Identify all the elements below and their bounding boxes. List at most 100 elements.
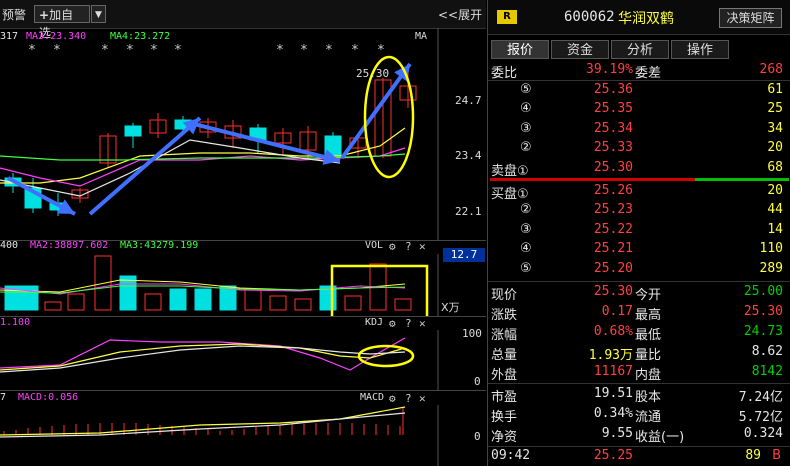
tab-operate[interactable]: 操作 [671, 40, 729, 59]
bid-ask-bar-sell [490, 178, 695, 181]
add-watch-button[interactable]: +加自选 [34, 5, 90, 40]
macd-bars [3, 407, 404, 435]
fundamental-label: 流通 [635, 410, 662, 425]
help-icon[interactable]: ? [405, 392, 412, 405]
gear-icon[interactable]: ⚙ [389, 317, 396, 330]
kdj-tag: KDJ [365, 317, 384, 328]
fundamental-row: 市盈 19.51 股本 7.24亿 [488, 385, 790, 405]
star-marker: * [300, 43, 308, 58]
rzrq-badge: R [497, 10, 517, 24]
kdj-lines [0, 337, 406, 373]
tick-row: 09:42 25.25 89 B [488, 447, 790, 466]
stat-value: 8.62 [751, 344, 783, 359]
help-icon[interactable]: ? [405, 317, 412, 330]
stat-value: 0.68% [593, 324, 633, 339]
stat-label: 量比 [635, 348, 662, 363]
order-level: ④ [520, 241, 532, 257]
buy-order-row: ④ 25.21 110 [488, 240, 790, 259]
fundamental-value: 9.55 [601, 426, 633, 441]
stat-row: 涨跌 0.17 最高 25.30 [488, 303, 790, 323]
close-icon[interactable]: ✕ [419, 240, 426, 253]
price-axis-label: 22.1 [455, 205, 482, 218]
close-icon[interactable]: ✕ [419, 392, 426, 405]
price-axis-label: 24.7 [455, 94, 482, 107]
decision-matrix-button[interactable]: 决策矩阵 [719, 8, 782, 28]
kdj-legend: 1.100 KDJ ⚙ ? ✕ [0, 317, 486, 331]
fundamental-value: 19.51 [593, 386, 633, 401]
expand-button[interactable]: <<展开 [438, 6, 482, 23]
tab-analysis[interactable]: 分析 [611, 40, 669, 59]
order-level: ④ [520, 101, 532, 117]
trend-arrow-line [88, 116, 202, 216]
buy-order-row: ⑤ 25.20 289 [488, 260, 790, 279]
bid-ask-bar-buy [695, 178, 789, 181]
help-icon[interactable]: ? [405, 240, 412, 253]
tab-quote[interactable]: 报价 [491, 40, 549, 59]
buy-order-row: ② 25.23 44 [488, 201, 790, 220]
macd-chart[interactable] [0, 405, 486, 466]
order-price: 25.36 [593, 82, 633, 97]
vol-legend-item: MA2:38897.602 [30, 240, 109, 251]
stat-label: 内盘 [635, 368, 662, 383]
volume-bar [269, 295, 287, 311]
macd-legend: 7 MACD:0.056 MACD ⚙ ? ✕ [0, 392, 486, 406]
tab-funds[interactable]: 资金 [551, 40, 609, 59]
fundamental-value: 7.24亿 [738, 390, 783, 405]
tick-volume: 89 [745, 448, 761, 463]
volume-chart[interactable] [0, 254, 486, 316]
sell-order-row: 卖盘① 25.30 68 [488, 159, 790, 179]
stat-value: 25.30 [593, 284, 633, 299]
stat-row: 现价 25.30 今开 25.00 [488, 283, 790, 303]
gear-icon[interactable]: ⚙ [389, 240, 396, 253]
chart-area[interactable]: 预警 +加自选 ▼ <<展开 317 MA3:23.340 MA4:23.272… [0, 0, 486, 466]
fundamental-row: 换手 0.34% 流通 5.72亿 [488, 405, 790, 425]
stat-label: 涨幅 [491, 328, 518, 343]
stat-value: 25.30 [743, 304, 783, 319]
candles [4, 73, 417, 216]
sell-order-row: ④ 25.35 25 [488, 100, 790, 119]
fundamental-value: 5.72亿 [738, 410, 783, 425]
candlestick-chart[interactable]: * * * * * * * * * * * 25.30 24.7 23.4 22.1 [0, 28, 486, 240]
close-icon[interactable]: ✕ [419, 317, 426, 330]
stat-value: 8142 [751, 364, 783, 379]
star-marker: * [126, 43, 134, 58]
watch-dropdown-chevron-icon[interactable]: ▼ [91, 5, 106, 23]
stat-label: 最高 [635, 308, 662, 323]
order-level: ② [520, 202, 532, 218]
stat-value: 24.73 [743, 324, 783, 339]
star-marker: * [377, 43, 385, 58]
order-price: 25.34 [593, 120, 633, 136]
fundamental-label: 换手 [491, 410, 518, 425]
macd-lines [0, 406, 406, 438]
order-level: 买盘① [491, 187, 529, 202]
order-price: 25.23 [593, 202, 633, 218]
candle-body [124, 125, 142, 137]
tick-price: 25.25 [593, 448, 633, 463]
volume-bar [144, 293, 162, 311]
order-price: 25.26 [593, 183, 633, 198]
order-level: ③ [520, 120, 532, 136]
order-price: 25.20 [593, 260, 633, 276]
stat-row: 涨幅 0.68% 最低 24.73 [488, 323, 790, 343]
stat-value: 1.93万 [588, 348, 633, 363]
kdj-legend-item: 1.100 [0, 317, 31, 328]
macd-legend-item: MACD:0.056 [18, 392, 79, 403]
buy-order-row: ③ 25.22 14 [488, 221, 790, 240]
kdj-chart[interactable] [0, 330, 486, 390]
volume-bar [294, 298, 312, 311]
star-marker: * [351, 43, 359, 58]
stat-value: 0.17 [601, 304, 633, 319]
volume-bar [21, 285, 39, 311]
volume-highlight-box [330, 264, 429, 316]
alert-label[interactable]: 预警 [2, 6, 26, 23]
gear-icon[interactable]: ⚙ [389, 392, 396, 405]
volume-bar [394, 298, 412, 311]
order-volume: 110 [759, 241, 783, 257]
stat-label: 总量 [491, 348, 518, 363]
order-level: ② [520, 140, 532, 156]
volume-bars [4, 255, 412, 311]
vol-tag: VOL [365, 240, 384, 251]
order-volume: 14 [767, 221, 783, 237]
fundamental-label: 净资 [491, 430, 518, 445]
star-marker: * [53, 43, 61, 58]
